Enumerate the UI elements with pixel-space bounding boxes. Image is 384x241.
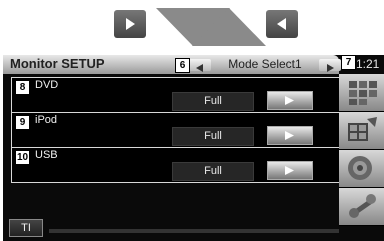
sidebar-film-button[interactable]	[339, 112, 384, 150]
callout-mode-next: 7	[341, 55, 356, 70]
next-button[interactable]	[114, 10, 146, 38]
play-right-icon	[285, 96, 294, 105]
film-icon	[348, 117, 377, 141]
sidebar-grid-button[interactable]	[339, 74, 384, 112]
arrow-left-icon	[196, 64, 203, 72]
monitor-setup-screen: Monitor SETUP 6 Mode Select1 7 1:21 8 DV…	[3, 55, 384, 241]
setting-row-usb: 10 USB Full	[11, 147, 340, 183]
row-value: Full	[172, 127, 254, 146]
row-label: iPod	[35, 114, 58, 126]
play-right-icon	[285, 166, 294, 175]
grid-icon	[349, 81, 377, 105]
row-select-button[interactable]	[267, 161, 313, 180]
triangle-up-icon[interactable]	[192, 8, 266, 46]
mode-prev-button[interactable]	[189, 59, 211, 72]
row-label: USB	[35, 149, 58, 161]
mode-next-button[interactable]	[319, 59, 341, 72]
tools-icon	[349, 194, 376, 218]
speaker-icon	[348, 156, 372, 180]
row-select-button[interactable]	[267, 91, 313, 110]
callout-usb: 10	[15, 150, 30, 165]
mode-select-label: Mode Select1	[228, 57, 302, 71]
title-bar: Monitor SETUP 6 Mode Select1	[3, 55, 341, 74]
sidebar-tools-button[interactable]	[339, 188, 384, 226]
row-label: DVD	[35, 79, 59, 91]
callout-mode-prev: 6	[175, 58, 190, 73]
row-value: Full	[172, 162, 254, 181]
previous-button[interactable]	[266, 10, 298, 38]
play-left-icon	[277, 18, 286, 30]
row-value: Full	[172, 92, 254, 111]
callout-ipod: 9	[15, 115, 30, 130]
setting-row-ipod: 9 iPod Full	[11, 112, 340, 148]
play-right-icon	[285, 131, 294, 140]
setting-row-dvd: 8 DVD Full	[11, 77, 340, 113]
clock: 1:21	[356, 57, 380, 71]
sidebar-speaker-button[interactable]	[339, 150, 384, 188]
page-title: Monitor SETUP	[10, 56, 105, 71]
arrow-right-icon	[327, 64, 334, 72]
ti-button[interactable]: TI	[9, 219, 43, 237]
bottom-bar	[49, 229, 339, 233]
play-right-icon	[126, 18, 135, 30]
callout-dvd: 8	[15, 80, 30, 95]
row-select-button[interactable]	[267, 126, 313, 145]
